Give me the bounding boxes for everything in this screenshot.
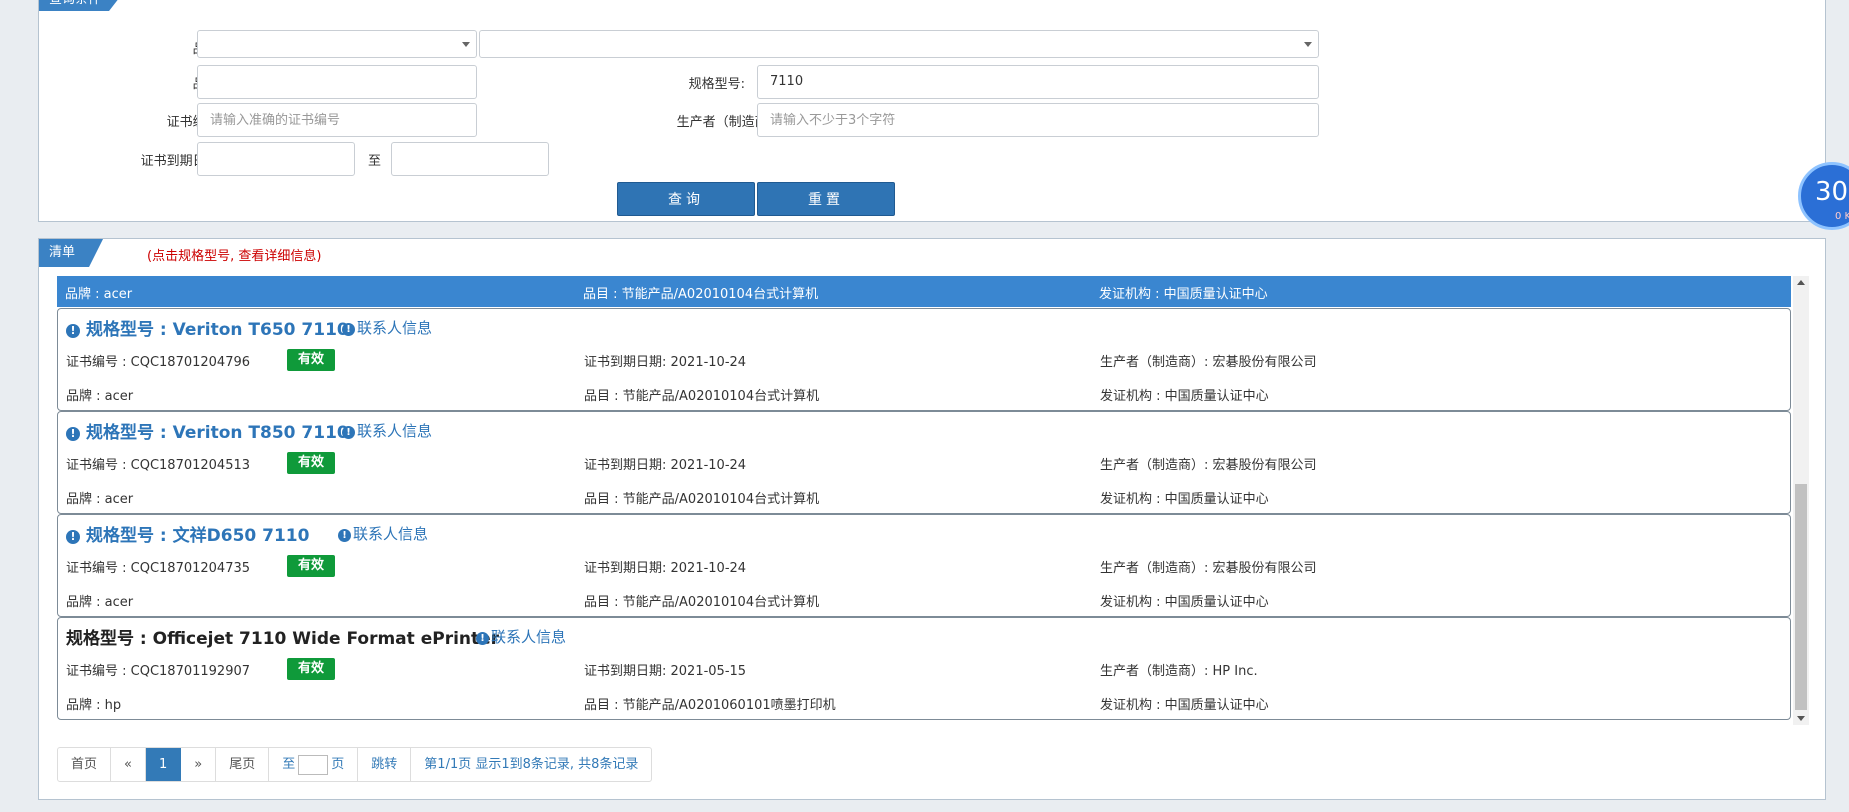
status-badge: 有效: [287, 658, 335, 680]
prev-page-button[interactable]: «: [111, 748, 146, 781]
brand-cell: 品牌 : acer: [66, 595, 134, 610]
jump-button[interactable]: 跳转: [358, 748, 412, 781]
list-panel: 清单 (点击规格型号, 查看详细信息) 品牌 : acer 品目 : 节能产品/…: [38, 238, 1826, 800]
issuer-cell: 发证机构 : 中国质量认证中心: [1100, 595, 1269, 610]
cert-cell: 证书编号 : CQC18701204735: [66, 561, 251, 576]
issuer-cell: 发证机构 : 中国质量认证中心: [1100, 698, 1269, 713]
to-label: 至: [367, 154, 381, 169]
list-item: ! 规格型号 : Veriton T850 7110 ! 联系人信息 证书编号 : …: [57, 411, 1791, 514]
scroll-up-icon[interactable]: [1797, 280, 1805, 285]
pagination: 首页 « 1 » 尾页 至页 跳转 第1/1页 显示1到8条记录, 共8条记录: [57, 747, 653, 782]
brand-cell: 品牌 : acer: [66, 389, 134, 404]
model-title: 规格型号 : 文祥D650 7110: [86, 526, 310, 546]
category-select-2[interactable]: [479, 30, 1319, 58]
scroll-down-icon[interactable]: [1797, 716, 1805, 721]
brand-input[interactable]: [197, 65, 477, 99]
contact-label: 联系人信息: [491, 628, 567, 646]
brand-cell: 品牌 : acer: [66, 492, 134, 507]
expiry-to-input[interactable]: [391, 142, 549, 176]
info-icon: !: [66, 324, 80, 338]
goto-suffix: 页: [331, 757, 345, 772]
info-icon: !: [66, 427, 80, 441]
model-input[interactable]: 7110: [757, 65, 1319, 99]
expiry-cell: 证书到期日期: 2021-10-24: [584, 561, 747, 576]
list-scrollbar[interactable]: [1793, 276, 1809, 725]
next-page-button[interactable]: »: [181, 748, 217, 781]
model-label: 规格型号:: [688, 77, 745, 92]
goto-prefix: 至: [282, 757, 296, 772]
goto-page: 至页: [269, 748, 359, 781]
scroll-thumb[interactable]: [1795, 484, 1807, 710]
speed-value: 30: [1815, 177, 1849, 207]
contact-link[interactable]: ! 联系人信息: [342, 317, 432, 338]
page-summary: 第1/1页 显示1到8条记录, 共8条记录: [424, 757, 639, 772]
contact-link[interactable]: ! 联系人信息: [476, 626, 566, 647]
category-cell: 品目 : 节能产品/A02010104台式计算机: [583, 287, 819, 302]
expiry-cell: 证书到期日期: 2021-10-24: [584, 458, 747, 473]
list-item-highlighted[interactable]: 品牌 : acer 品目 : 节能产品/A02010104台式计算机 发证机构 …: [57, 276, 1791, 307]
contact-link[interactable]: ! 联系人信息: [338, 523, 428, 544]
info-icon: !: [66, 530, 80, 544]
query-panel: 查询条件 品目: 品牌: 规格型号: 7110 证书编号: 生产者（制造商）: …: [38, 0, 1826, 222]
brand-cell: 品牌 : acer: [65, 287, 133, 302]
issuer-cell: 发证机构 : 中国质量认证中心: [1100, 492, 1269, 507]
maker-cell: 生产者（制造商）: 宏碁股份有限公司: [1100, 458, 1317, 473]
model-link[interactable]: ! 规格型号 : 文祥D650 7110: [66, 521, 309, 546]
contact-label: 联系人信息: [357, 319, 433, 337]
page-number-input[interactable]: [298, 754, 329, 775]
info-icon: !: [476, 632, 489, 645]
model-title: 规格型号 : Veriton T650 7110: [86, 320, 349, 340]
status-badge: 有效: [287, 555, 335, 577]
status-badge: 有效: [287, 349, 335, 371]
maker-cell: 生产者（制造商）: 宏碁股份有限公司: [1100, 561, 1317, 576]
model-link[interactable]: ! 规格型号 : Veriton T650 7110: [66, 315, 349, 340]
search-button[interactable]: 查询: [617, 182, 755, 216]
speed-unit: 0 K/s: [1835, 211, 1849, 222]
info-icon: !: [338, 529, 351, 542]
model-link[interactable]: 规格型号 : Officejet 7110 Wide Format ePrint…: [66, 624, 499, 649]
cert-input[interactable]: [197, 103, 477, 137]
status-badge: 有效: [287, 452, 335, 474]
chevron-down-icon: [462, 42, 470, 47]
issuer-cell: 发证机构 : 中国质量认证中心: [1100, 389, 1269, 404]
list-item: ! 规格型号 : 文祥D650 7110 ! 联系人信息 证书编号 : CQC187…: [57, 514, 1791, 617]
reset-button[interactable]: 重置: [757, 182, 895, 216]
list-hint: (点击规格型号, 查看详细信息): [147, 249, 322, 264]
category-cell: 品目 : 节能产品/A02010104台式计算机: [584, 389, 820, 404]
info-icon: !: [342, 426, 355, 439]
model-link[interactable]: ! 规格型号 : Veriton T850 7110: [66, 418, 349, 443]
contact-label: 联系人信息: [357, 422, 433, 440]
cert-cell: 证书编号 : CQC18701204513: [66, 458, 251, 473]
cert-cell: 证书编号 : CQC18701204796: [66, 355, 251, 370]
list-panel-title: 清单: [39, 239, 103, 267]
list-item: ! 规格型号 : Veriton T650 7110 ! 联系人信息 证书编号 : …: [57, 308, 1791, 411]
issuer-cell: 发证机构 : 中国质量认证中心: [1099, 287, 1268, 302]
cert-cell: 证书编号 : CQC18701192907: [66, 664, 251, 679]
maker-cell: 生产者（制造商）: HP Inc.: [1100, 664, 1258, 679]
category-cell: 品目 : 节能产品/A02010104台式计算机: [584, 595, 820, 610]
list-item: 规格型号 : Officejet 7110 Wide Format ePrint…: [57, 617, 1791, 720]
page-1-button[interactable]: 1: [145, 748, 182, 781]
contact-link[interactable]: ! 联系人信息: [342, 420, 432, 441]
expiry-from-input[interactable]: [197, 142, 355, 176]
query-panel-title: 查询条件: [39, 0, 123, 11]
expiry-cell: 证书到期日期: 2021-10-24: [584, 355, 747, 370]
category-cell: 品目 : 节能产品/A0201060101喷墨打印机: [584, 698, 836, 713]
category-cell: 品目 : 节能产品/A02010104台式计算机: [584, 492, 820, 507]
first-page-button[interactable]: 首页: [58, 748, 112, 781]
category-select-1[interactable]: [197, 30, 477, 58]
info-icon: !: [342, 323, 355, 336]
model-title: 规格型号 : Veriton T850 7110: [86, 423, 349, 443]
chevron-down-icon: [1304, 42, 1312, 47]
brand-cell: 品牌 : hp: [66, 698, 122, 713]
expiry-cell: 证书到期日期: 2021-05-15: [584, 664, 747, 679]
record-list: 品牌 : acer 品目 : 节能产品/A02010104台式计算机 发证机构 …: [57, 276, 1829, 725]
maker-cell: 生产者（制造商）: 宏碁股份有限公司: [1100, 355, 1317, 370]
contact-label: 联系人信息: [353, 525, 429, 543]
maker-input[interactable]: [757, 103, 1319, 137]
last-page-button[interactable]: 尾页: [216, 748, 270, 781]
